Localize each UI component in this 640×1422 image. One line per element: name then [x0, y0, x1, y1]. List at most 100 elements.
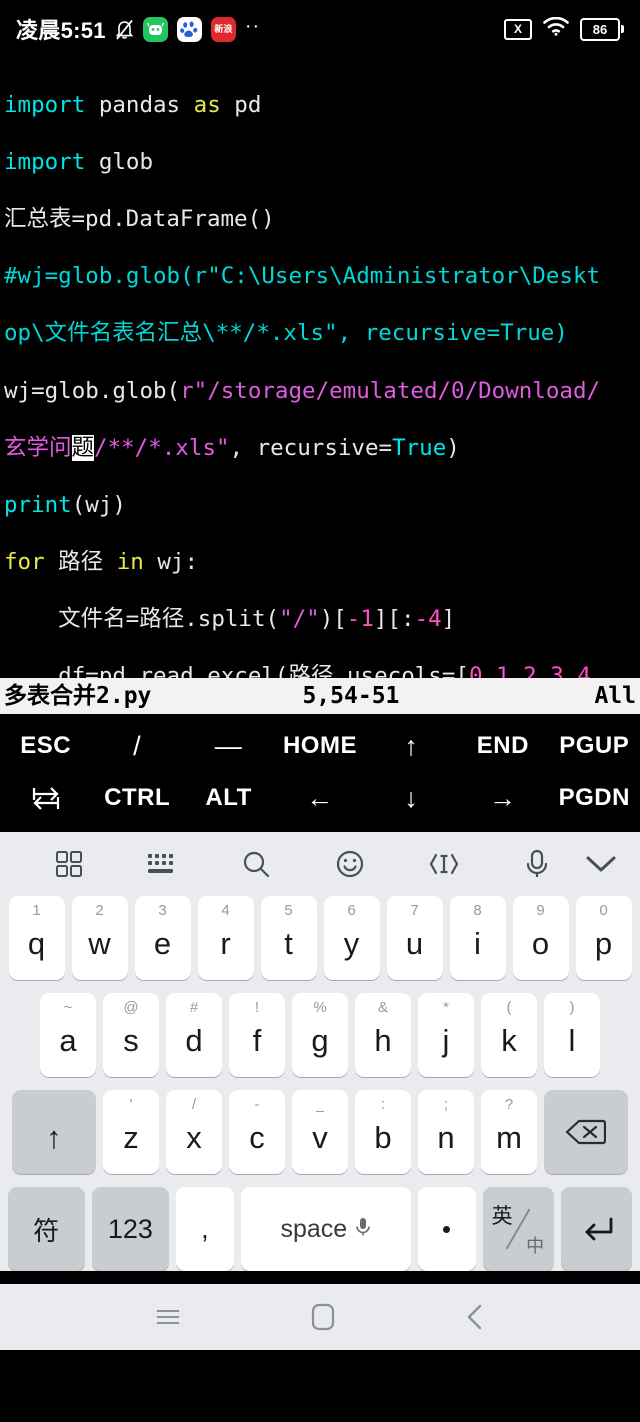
key-z[interactable]: ' z — [103, 1090, 159, 1174]
end-key[interactable]: END — [457, 732, 548, 760]
pgup-key[interactable]: PGUP — [549, 732, 640, 760]
code-line: import glob — [4, 148, 154, 175]
code-line: print(wj) — [4, 491, 126, 518]
key-o[interactable]: 9o — [512, 896, 569, 980]
alt-key[interactable]: ALT — [183, 784, 274, 812]
space-key-label: space — [280, 1214, 348, 1243]
key-main-label: k — [501, 1023, 517, 1058]
green-app-icon — [142, 16, 168, 42]
status-bar: 凌晨5:51 新浪 ·· X 86 — [0, 0, 640, 58]
key-g[interactable]: % g — [292, 993, 348, 1077]
key-l[interactable]: ) l — [544, 993, 600, 1077]
key-main-label: e — [153, 926, 172, 961]
search-icon[interactable] — [209, 849, 303, 879]
key-sub-label: 0 — [599, 902, 608, 919]
key-h[interactable]: & h — [355, 993, 411, 1077]
vim-cursor-position: 5,54-51 — [302, 683, 400, 709]
key-sub-label: ~ — [63, 999, 73, 1016]
symbol-key[interactable]: 符 — [7, 1187, 85, 1271]
comma-key[interactable]: , — [175, 1187, 234, 1271]
pgdn-key[interactable]: PGDN — [549, 784, 640, 812]
recents-icon[interactable] — [155, 1306, 181, 1328]
ctrl-key[interactable]: CTRL — [91, 784, 182, 812]
chevron-down-icon[interactable] — [584, 853, 618, 875]
key-u[interactable]: 7u — [386, 896, 443, 980]
apps-grid-icon[interactable] — [22, 849, 116, 879]
key-r[interactable]: 4r — [197, 896, 254, 980]
backspace-key[interactable] — [544, 1090, 628, 1174]
status-bar-right: X 86 — [504, 16, 624, 41]
home-icon[interactable] — [311, 1303, 335, 1331]
vim-extra-keys-row2: CTRL ALT ← ↓ → PGDN — [0, 772, 640, 824]
status-time: 凌晨5:51 — [16, 18, 106, 43]
shift-key[interactable]: ↑ — [12, 1090, 96, 1174]
clipboard-text-icon[interactable] — [397, 850, 491, 878]
key-d[interactable]: # d — [166, 993, 222, 1077]
arrow-down-key[interactable]: ↓ — [366, 783, 457, 814]
key-sub-label: # — [189, 999, 199, 1016]
tab-key[interactable] — [0, 784, 91, 812]
key-t[interactable]: 5t — [260, 896, 317, 980]
back-icon[interactable] — [465, 1303, 485, 1331]
key-b[interactable]: :b — [355, 1090, 411, 1174]
keyboard-row-1: 1q 2w 3e 4r 5t 6y 7u 8i 9o 0p — [0, 896, 640, 980]
numeric-key-label: 123 — [107, 1213, 153, 1244]
code-line: 玄学问题/**/*.xls", recursive=True) — [4, 434, 460, 461]
wifi-icon — [543, 16, 569, 41]
key-s[interactable]: @ s — [103, 993, 159, 1077]
key-sub-label: ' — [129, 1096, 133, 1113]
key-main-label: r — [220, 926, 231, 961]
esc-key[interactable]: ESC — [0, 732, 91, 760]
enter-key[interactable] — [561, 1187, 633, 1271]
space-key[interactable]: space — [240, 1187, 411, 1271]
battery-indicator: 86 — [580, 17, 624, 41]
system-navigation-bar — [0, 1284, 640, 1350]
key-i[interactable]: 8i — [449, 896, 506, 980]
key-main-label: g — [311, 1023, 329, 1058]
dash-key[interactable]: — — [183, 731, 274, 762]
slash-key[interactable]: / — [91, 731, 182, 762]
key-j[interactable]: * j — [418, 993, 474, 1077]
key-f[interactable]: ! f — [229, 993, 285, 1077]
key-sub-label: % — [313, 999, 327, 1016]
ime-toolbar — [0, 832, 640, 896]
key-n[interactable]: ; n — [418, 1090, 474, 1174]
key-a[interactable]: ~ a — [40, 993, 96, 1077]
key-q[interactable]: 1q — [8, 896, 65, 980]
vim-editor-buffer[interactable]: import pandas as pd import glob 汇总表=pd.D… — [0, 58, 640, 678]
key-main-label: o — [531, 926, 550, 961]
key-sub-label: 4 — [221, 902, 230, 919]
arrow-right-key[interactable]: → — [457, 783, 548, 814]
key-m[interactable]: ? m — [481, 1090, 537, 1174]
period-key[interactable] — [417, 1187, 476, 1271]
tab-arrows-icon — [32, 787, 59, 810]
key-p[interactable]: 0p — [575, 896, 632, 980]
key-sub-label: * — [443, 999, 449, 1016]
key-sub-label: 2 — [95, 902, 104, 919]
keyboard-icon[interactable] — [116, 851, 210, 877]
battery-percent: 86 — [592, 21, 608, 37]
home-key[interactable]: HOME — [274, 732, 365, 760]
key-main-label: l — [568, 1023, 576, 1058]
key-main-label: m — [496, 1120, 522, 1155]
key-main-label: d — [185, 1023, 203, 1058]
key-v[interactable]: _ v — [292, 1090, 348, 1174]
key-e[interactable]: 3e — [134, 896, 191, 980]
emoji-icon[interactable] — [303, 849, 397, 879]
numeric-key[interactable]: 123 — [91, 1187, 169, 1271]
key-sub-label: - — [254, 1096, 260, 1113]
arrow-left-key[interactable]: ← — [274, 783, 365, 814]
key-c[interactable]: -c — [229, 1090, 285, 1174]
key-sub-label: ; — [443, 1096, 449, 1113]
status-bar-left: 凌晨5:51 新浪 ·· — [16, 13, 504, 45]
keyboard-row-4: 符 123 , space 英 中 — [0, 1187, 640, 1271]
key-x[interactable]: / x — [166, 1090, 222, 1174]
key-w[interactable]: 2w — [71, 896, 128, 980]
key-k[interactable]: (k — [481, 993, 537, 1077]
language-toggle-key[interactable]: 英 中 — [482, 1187, 555, 1271]
arrow-up-key[interactable]: ↑ — [366, 731, 457, 762]
microphone-icon[interactable] — [490, 849, 584, 879]
key-y[interactable]: 6y — [323, 896, 380, 980]
key-sub-label: @ — [123, 999, 139, 1016]
baidu-app-icon — [176, 16, 202, 42]
